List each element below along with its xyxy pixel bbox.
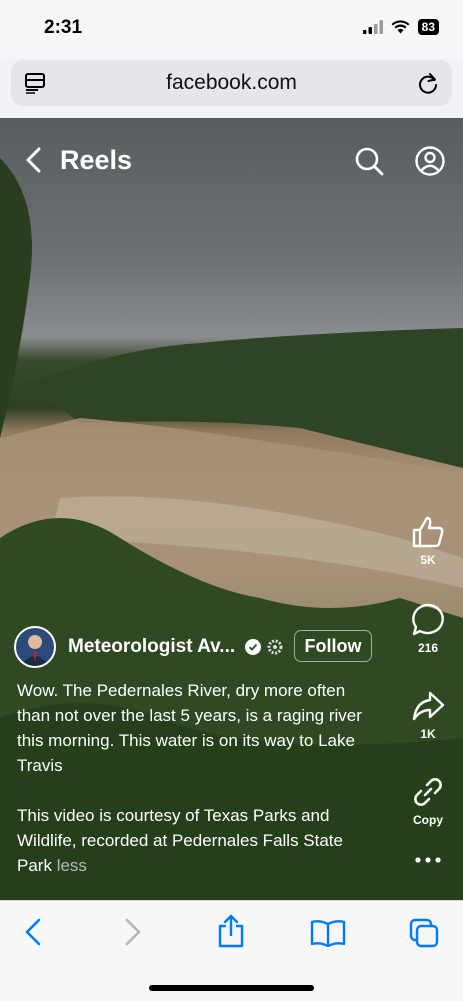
author-avatar[interactable] [14, 626, 56, 668]
status-bar: 2:31 83 [0, 0, 463, 58]
copy-link-button[interactable]: Copy [402, 774, 454, 827]
back-arrow-icon[interactable] [22, 146, 46, 174]
settings-gear-icon [267, 639, 283, 655]
back-icon[interactable] [22, 917, 46, 947]
tabs-icon[interactable] [408, 917, 440, 949]
like-count: 5K [420, 553, 436, 567]
link-icon [414, 778, 442, 806]
share-icon[interactable] [216, 913, 246, 949]
more-options-button[interactable] [402, 854, 454, 869]
share-arrow-icon [412, 691, 445, 721]
profile-icon[interactable] [414, 145, 446, 177]
reel-caption: Wow. The Pedernales River, dry more ofte… [17, 678, 382, 878]
thumbs-up-icon [412, 516, 444, 548]
wifi-icon [391, 20, 410, 34]
battery-indicator: 83 [417, 19, 439, 35]
reel-video[interactable]: Reels 5K 216 1K Copy Meteorologist Av...… [0, 118, 463, 900]
signal-icon [362, 20, 383, 34]
author-name[interactable]: Meteorologist Av... [68, 636, 235, 658]
comment-button[interactable]: 216 [402, 602, 454, 655]
like-button[interactable]: 5K [402, 514, 454, 567]
comment-count: 216 [417, 641, 439, 655]
more-dots-icon [415, 857, 441, 863]
person-silhouette-icon [21, 635, 49, 666]
url-text[interactable]: facebook.com [11, 71, 452, 95]
status-time: 2:31 [44, 17, 83, 38]
reels-title: Reels [60, 145, 133, 175]
share-count: 1K [420, 727, 436, 741]
reload-icon[interactable] [416, 71, 440, 95]
author-row: Meteorologist Av... [14, 626, 283, 668]
address-bar[interactable]: facebook.com [11, 60, 452, 106]
bookmarks-icon[interactable] [310, 919, 346, 947]
forward-icon[interactable] [120, 917, 144, 947]
status-icons: 83 [362, 19, 439, 35]
follow-button[interactable]: Follow [294, 630, 372, 662]
home-indicator [149, 985, 314, 991]
copy-label: Copy [413, 813, 443, 827]
less-link[interactable]: less [57, 856, 87, 875]
search-icon[interactable] [354, 146, 384, 176]
share-button[interactable]: 1K [402, 688, 454, 741]
comment-bubble-icon [412, 603, 444, 636]
verified-badge-icon [245, 639, 262, 655]
caption-paragraph-1: Wow. The Pedernales River, dry more ofte… [17, 681, 362, 775]
